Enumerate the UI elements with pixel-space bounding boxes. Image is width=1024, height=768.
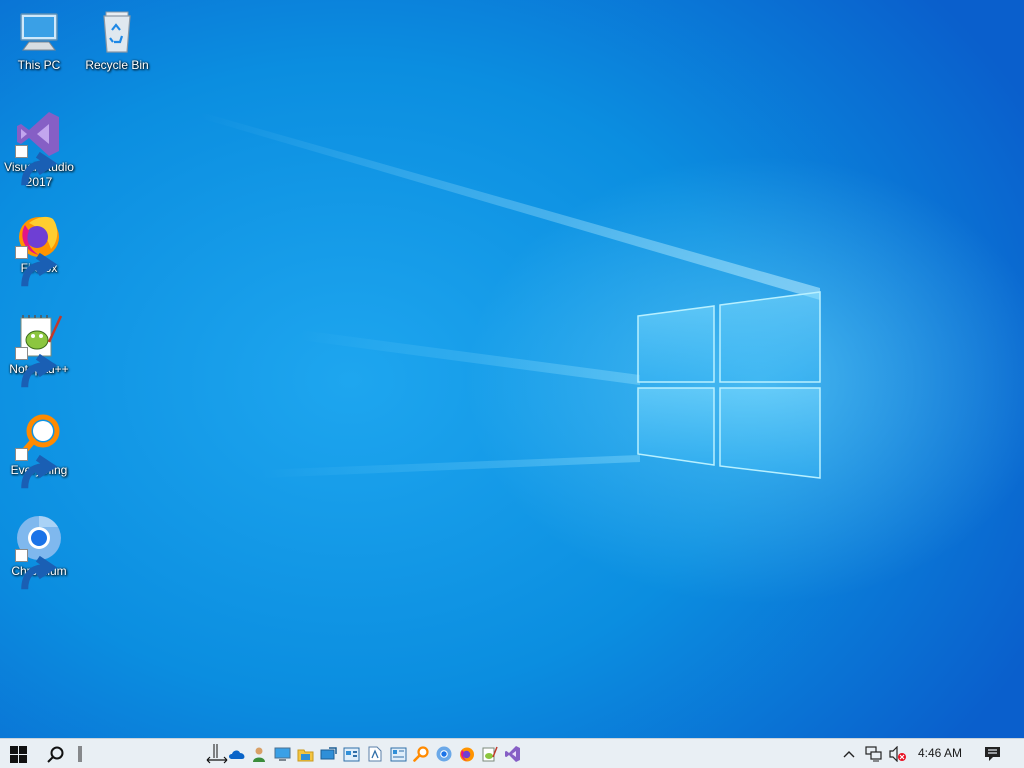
search-button[interactable]	[43, 743, 67, 765]
chromium-icon	[436, 746, 452, 762]
firefox-icon	[460, 747, 474, 762]
quick-launch-system-info[interactable]	[389, 743, 407, 765]
quick-launch-user[interactable]	[250, 743, 268, 765]
document-icon	[368, 746, 382, 762]
visual-studio-icon	[15, 110, 63, 186]
volume-button[interactable]	[888, 743, 908, 765]
desktop-icon-label: This PC	[17, 58, 61, 72]
shortcut-arrow-icon	[15, 347, 58, 388]
chromium-icon	[15, 514, 63, 590]
grip-icon	[78, 746, 82, 762]
quick-launch-remote-desktop[interactable]	[319, 743, 337, 765]
toolbar-grip[interactable]	[74, 743, 86, 765]
file-explorer-icon	[297, 749, 313, 761]
clock[interactable]: 4:46 AM	[918, 746, 962, 760]
windows-start-icon	[9, 745, 27, 763]
volume-muted-icon	[889, 746, 906, 762]
shortcut-arrow-icon	[15, 145, 58, 186]
desktop-icon-notepad-plus-plus[interactable]: Notepad++	[1, 312, 77, 388]
windows-wallpaper-logo	[637, 291, 821, 479]
wallpaper-light-beams	[200, 112, 820, 478]
quick-launch-file-explorer[interactable]	[296, 743, 314, 765]
desktop-icon-recycle-bin[interactable]: Recycle Bin	[79, 8, 155, 73]
action-center-button[interactable]	[981, 743, 1003, 765]
shortcut-arrow-icon	[15, 246, 58, 287]
resize-cursor	[205, 743, 229, 765]
network-button[interactable]	[864, 743, 884, 765]
desktop-icon-firefox[interactable]: Firefox	[1, 211, 77, 287]
desktop-icon-this-pc[interactable]: This PC	[1, 8, 77, 73]
start-button[interactable]	[6, 743, 30, 765]
quick-launch-onedrive[interactable]	[228, 743, 246, 765]
search-icon	[46, 746, 63, 763]
onedrive-icon	[229, 750, 245, 759]
quick-launch-control-panel[interactable]	[342, 743, 360, 765]
firefox-icon	[15, 211, 63, 287]
remote-desktop-icon	[320, 746, 337, 759]
quick-launch-document[interactable]	[366, 743, 384, 765]
shortcut-arrow-icon	[15, 448, 58, 489]
quick-launch-firefox[interactable]	[458, 743, 476, 765]
visual-studio-icon	[505, 746, 520, 762]
user-icon	[253, 747, 265, 762]
shortcut-arrow-icon	[15, 549, 58, 590]
notification-center-icon	[984, 747, 1000, 761]
this-pc-icon	[15, 8, 63, 56]
resize-cursor-icon	[206, 744, 228, 764]
quick-launch-everything[interactable]	[412, 743, 430, 765]
desktop: This PC Recycle Bin Visual Studio 2017 F…	[0, 0, 1024, 738]
quick-launch-visual-studio[interactable]	[504, 743, 522, 765]
desktop-icon-label: Recycle Bin	[85, 58, 149, 72]
quick-launch-notepad-plus-plus[interactable]	[481, 743, 499, 765]
monitor-icon	[274, 747, 290, 761]
desktop-icon-visual-studio[interactable]: Visual Studio 2017	[1, 110, 77, 190]
everything-search-icon	[413, 746, 429, 762]
quick-launch-monitor[interactable]	[273, 743, 291, 765]
network-icon	[865, 746, 882, 762]
notepad-plus-plus-icon	[482, 746, 498, 762]
control-panel-icon	[343, 747, 359, 761]
desktop-icon-chromium[interactable]: Chromium	[1, 514, 77, 590]
desktop-icon-everything[interactable]: Everything	[1, 413, 77, 489]
recycle-bin-icon	[93, 8, 141, 56]
taskbar: 4:46 AM	[0, 738, 1024, 768]
everything-search-icon	[15, 413, 63, 489]
notepad-plus-plus-icon	[15, 312, 63, 388]
system-info-icon	[390, 747, 406, 761]
show-hidden-icons-button[interactable]	[840, 743, 858, 765]
chevron-up-icon	[843, 751, 855, 758]
quick-launch-chromium[interactable]	[435, 743, 453, 765]
